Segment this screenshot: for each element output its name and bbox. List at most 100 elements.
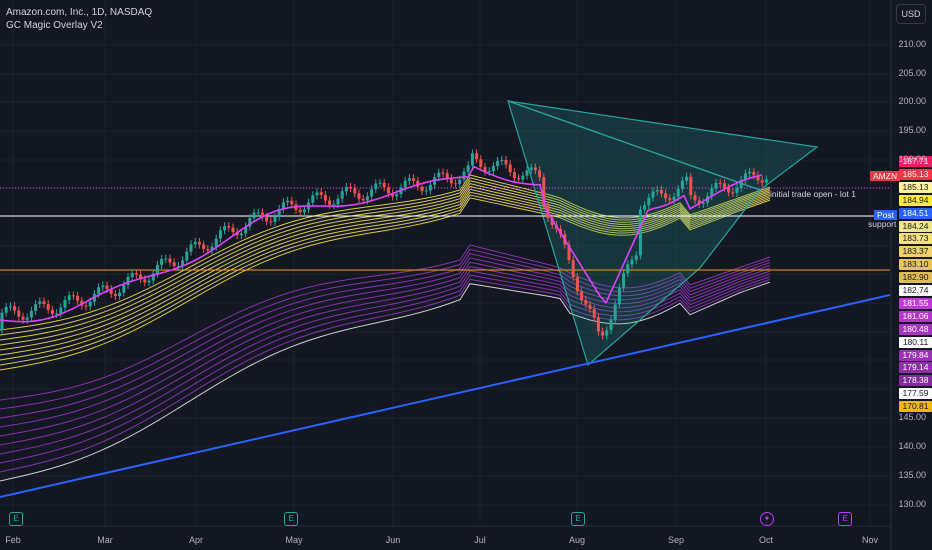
candle-body (206, 248, 210, 251)
candle-body (647, 197, 651, 206)
candle-body (659, 189, 663, 194)
candle-body (403, 180, 407, 188)
ticker-tag: AMZN (870, 171, 901, 181)
candle-body (470, 153, 474, 166)
candle-body (693, 195, 697, 201)
earnings-marker-icon[interactable]: E (571, 512, 585, 526)
candle-body (252, 212, 256, 219)
candle-body (584, 300, 588, 305)
candle-body (76, 295, 80, 301)
price-scale-label: 183.10 (899, 259, 932, 271)
candle-body (685, 176, 689, 181)
dividend-marker-icon[interactable]: ✦ (760, 512, 774, 526)
candle-body (29, 310, 33, 318)
candle-body (370, 189, 374, 197)
earnings-marker-icon[interactable]: E (9, 512, 23, 526)
time-tick-label: Jun (385, 535, 401, 545)
candle-body (374, 183, 378, 190)
candle-body (748, 171, 752, 174)
price-scale-label: 181.55 (899, 297, 932, 309)
candle-body (525, 170, 529, 176)
candle-body (34, 304, 38, 311)
candle-body (722, 183, 726, 188)
candle-body (517, 178, 521, 180)
price-scale-label: 182.90 (899, 272, 932, 284)
support-annotation[interactable]: support (868, 219, 896, 229)
candle-body (38, 301, 42, 305)
trade-open-annotation[interactable]: initial trade open - lot 1 (770, 189, 856, 199)
candle-body (378, 182, 382, 184)
candle-body (420, 186, 424, 192)
candle-body (13, 306, 17, 311)
time-tick-label: Oct (758, 535, 774, 545)
candle-body (88, 301, 92, 307)
price-tick-label: 140.00 (898, 441, 926, 451)
candle-body (491, 166, 495, 171)
candle-body (428, 184, 432, 191)
candle-body (46, 304, 50, 310)
candle-body (0, 312, 4, 330)
candle-body (21, 316, 25, 320)
candle-body (630, 259, 634, 265)
price-scale-label: 184.51 (899, 207, 932, 219)
candle-body (575, 277, 579, 292)
candle-body (664, 193, 668, 199)
time-tick-label: May (285, 535, 303, 545)
candle-body (680, 180, 684, 189)
candle-body (67, 295, 71, 301)
candle-body (315, 192, 319, 196)
candle-body (533, 167, 537, 171)
candle-body (223, 226, 227, 231)
candle-body (445, 173, 449, 179)
price-chart-canvas[interactable] (0, 0, 932, 550)
candle-body (101, 285, 105, 288)
candle-body (239, 233, 243, 236)
candle-body (286, 200, 290, 203)
candle-body (395, 194, 399, 197)
candle-body (475, 153, 479, 160)
candle-body (214, 238, 218, 247)
candle-body (332, 204, 336, 206)
candle-body (265, 216, 269, 222)
time-tick-label: Aug (568, 535, 586, 545)
candle-body (626, 264, 630, 274)
candle-body (50, 309, 54, 315)
candle-body (764, 179, 768, 183)
candle-body (231, 227, 235, 233)
candle-body (63, 300, 67, 308)
candle-body (613, 304, 617, 320)
symbol-title[interactable]: Amazon.com, Inc., 1D, NASDAQ (6, 6, 152, 19)
price-scale-label: 183.73 (899, 233, 932, 245)
candle-body (458, 179, 462, 185)
time-tick-label: Apr (188, 535, 204, 545)
candle-body (340, 191, 344, 199)
candle-body (168, 258, 172, 263)
candle-body (122, 284, 126, 293)
earnings-marker-icon[interactable]: E (284, 512, 298, 526)
price-scale-label: 179.84 (899, 349, 932, 361)
candle-body (609, 319, 613, 331)
candle-body (4, 307, 8, 313)
earnings-marker-icon[interactable]: E (838, 512, 852, 526)
candle-body (437, 172, 441, 178)
currency-button[interactable]: USD (896, 4, 926, 24)
price-scale-label: 184.24 (899, 220, 932, 232)
candle-body (256, 212, 260, 214)
price-scale-label: 180.48 (899, 323, 932, 335)
price-tick-label: 190.00 (898, 154, 926, 164)
candle-body (735, 188, 739, 193)
candle-body (71, 295, 75, 297)
indicator-title[interactable]: GC Magic Overlay V2 (6, 19, 152, 32)
candle-body (382, 182, 386, 188)
candle-body (643, 205, 647, 210)
price-tick-label: 195.00 (898, 125, 926, 135)
candle-body (521, 175, 525, 180)
candle-body (193, 241, 197, 245)
price-tick-label: 200.00 (898, 96, 926, 106)
candle-body (672, 196, 676, 201)
candle-body (59, 307, 63, 314)
chart-area[interactable]: Amazon.com, Inc., 1D, NASDAQ GC Magic Ov… (0, 0, 932, 550)
price-tick-label: 130.00 (898, 499, 926, 509)
candle-body (25, 317, 29, 320)
price-scale-label: 177.59 (899, 388, 932, 400)
